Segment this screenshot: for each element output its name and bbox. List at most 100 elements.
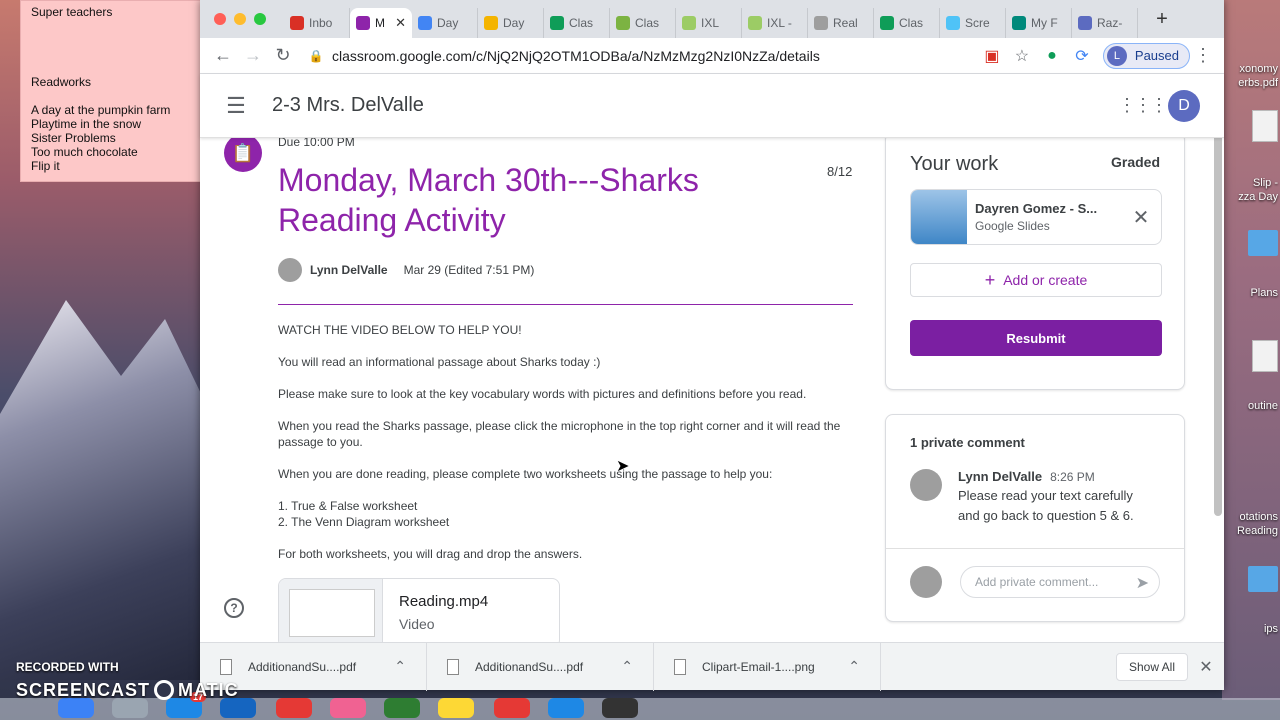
browser-tab[interactable]: IXL - bbox=[742, 8, 808, 38]
tab-label: My F bbox=[1031, 16, 1058, 30]
browser-tab[interactable]: Real bbox=[808, 8, 874, 38]
bookmark-star-icon[interactable]: ☆ bbox=[1007, 46, 1037, 66]
browser-tab[interactable]: Day bbox=[478, 8, 544, 38]
blocked-popup-icon[interactable]: ▣ bbox=[977, 46, 1007, 66]
instruction-paragraph: When you are done reading, please comple… bbox=[278, 467, 773, 481]
download-item[interactable]: Clipart-Email-1....png ⌃ bbox=[654, 642, 881, 691]
browser-tab[interactable]: Clas bbox=[610, 8, 676, 38]
hamburger-menu-icon[interactable]: ☰ bbox=[200, 93, 272, 119]
remove-file-icon[interactable]: ✕ bbox=[1121, 205, 1161, 230]
help-icon[interactable]: ? bbox=[224, 598, 244, 618]
grade-points: 8/12 bbox=[827, 164, 853, 179]
desktop-folder-icon[interactable] bbox=[1248, 566, 1278, 596]
browser-tab[interactable]: Scre bbox=[940, 8, 1006, 38]
graded-status: Graded bbox=[1110, 154, 1160, 170]
desktop-file-icon[interactable]: otations Reading bbox=[1237, 510, 1278, 538]
url-text[interactable]: classroom.google.com/c/NjQ2NjQ2OTM1ODBa/… bbox=[332, 48, 977, 64]
class-title[interactable]: 2-3 Mrs. DelValle bbox=[272, 94, 1118, 117]
sticky-note[interactable]: Super teachers Readworks A day at the pu… bbox=[20, 0, 202, 182]
macos-dock: 17 bbox=[0, 692, 1280, 720]
sticky-line bbox=[31, 61, 191, 75]
extension-grammarly-icon[interactable]: ● bbox=[1037, 47, 1067, 65]
desktop-file-icon[interactable]: Plans bbox=[1250, 286, 1278, 300]
tab-favicon-icon bbox=[1012, 16, 1026, 30]
sticky-line: Super teachers bbox=[31, 5, 113, 19]
private-comment-input[interactable]: Add private comment... ➤ bbox=[960, 566, 1160, 598]
private-comments-card: 1 private comment Lynn DelValle 8:26 PM P… bbox=[885, 414, 1185, 622]
chevron-up-icon[interactable]: ⌃ bbox=[848, 658, 860, 675]
chrome-dock-icon[interactable] bbox=[276, 698, 312, 718]
launchpad-dock-icon[interactable] bbox=[112, 698, 148, 718]
browser-tab[interactable]: Clas bbox=[544, 8, 610, 38]
close-window-button[interactable] bbox=[214, 13, 226, 25]
sticky-line: Too much chocolate bbox=[31, 145, 138, 159]
tabs: Inbo M ✕ Day Day Clas Clas IXL IXL - Real Clas Scre… bbox=[284, 0, 1138, 38]
app-store-dock-icon[interactable]: 17 bbox=[166, 692, 206, 718]
chevron-up-icon[interactable]: ⌃ bbox=[621, 658, 633, 675]
tab-label: IXL - bbox=[767, 16, 792, 30]
instruction-paragraph: 1. True & False worksheet 2. The Venn Di… bbox=[278, 499, 450, 529]
page-scrollbar[interactable] bbox=[1214, 96, 1222, 516]
browser-tab[interactable]: Clas bbox=[874, 8, 940, 38]
tab-label: Day bbox=[437, 16, 459, 30]
finder-dock-icon[interactable] bbox=[58, 698, 94, 718]
forward-button[interactable]: → bbox=[238, 45, 268, 66]
add-or-create-button[interactable]: + Add or create bbox=[910, 263, 1162, 297]
minimize-window-button[interactable] bbox=[234, 13, 246, 25]
apps-grid-icon[interactable]: ⋮⋮⋮ bbox=[1118, 95, 1168, 116]
desktop-file-icon[interactable]: outine bbox=[1248, 399, 1278, 413]
classroom-header: ☰ 2-3 Mrs. DelValle ⋮⋮⋮ D bbox=[200, 74, 1224, 138]
submitted-file[interactable]: Dayren Gomez - S... Google Slides ✕ bbox=[910, 189, 1162, 245]
omnibox[interactable]: 🔒 classroom.google.com/c/NjQ2NjQ2OTM1ODB… bbox=[306, 42, 1097, 70]
desktop-doc-icon[interactable] bbox=[1252, 340, 1278, 378]
desktop-file-icon[interactable]: Slip - zza Day bbox=[1238, 176, 1278, 204]
safari-dock-icon[interactable] bbox=[548, 698, 584, 718]
word-dock-icon[interactable] bbox=[220, 698, 256, 718]
browser-tab[interactable]: IXL bbox=[676, 8, 742, 38]
my-avatar bbox=[910, 566, 942, 598]
desktop-folder-icon[interactable] bbox=[1248, 230, 1278, 260]
instruction-paragraph: When you read the Sharks passage, please… bbox=[278, 419, 841, 449]
excel-dock-icon[interactable] bbox=[384, 698, 420, 718]
browser-tab[interactable]: Raz- bbox=[1072, 8, 1138, 38]
send-icon[interactable]: ➤ bbox=[1136, 573, 1149, 593]
download-item[interactable]: AdditionandSu....pdf ⌃ bbox=[427, 642, 654, 691]
desktop-file-icon[interactable]: ips bbox=[1264, 622, 1278, 636]
tab-favicon-icon bbox=[484, 16, 498, 30]
browser-tab[interactable]: Inbo bbox=[284, 8, 350, 38]
stickies-dock-icon[interactable] bbox=[438, 698, 474, 718]
chrome-menu-icon[interactable]: ⋮ bbox=[1190, 45, 1216, 66]
reload-button[interactable]: ↻ bbox=[268, 45, 298, 66]
mouse-cursor: ➤ bbox=[616, 458, 630, 475]
desktop-file-icon[interactable]: xonomy erbs.pdf bbox=[1238, 62, 1278, 90]
app-dock-icon[interactable] bbox=[494, 698, 530, 718]
your-work-heading: Your work bbox=[910, 153, 999, 175]
close-tab-icon[interactable]: ✕ bbox=[395, 15, 406, 31]
sticky-line: A day at the pumpkin farm bbox=[31, 103, 171, 117]
account-avatar[interactable]: D bbox=[1168, 89, 1200, 122]
resubmit-button[interactable]: Resubmit bbox=[910, 320, 1162, 356]
browser-tab[interactable]: My F bbox=[1006, 8, 1072, 38]
photos-dock-icon[interactable] bbox=[330, 698, 366, 718]
profile-paused-button[interactable]: L Paused bbox=[1102, 42, 1190, 69]
title-divider bbox=[278, 304, 853, 305]
tab-favicon-icon bbox=[880, 16, 894, 30]
assignment-page: 📋 Due 10:00 PM Monday, March 30th---Shar… bbox=[200, 138, 1224, 642]
zoom-window-button[interactable] bbox=[254, 13, 266, 25]
browser-tab[interactable]: Day bbox=[412, 8, 478, 38]
extension-sync-icon[interactable]: ⟳ bbox=[1067, 46, 1097, 66]
tab-label: Scre bbox=[965, 16, 990, 30]
tab-label: Clas bbox=[635, 16, 660, 30]
screenshot-dock-icon[interactable] bbox=[602, 698, 638, 718]
back-button[interactable]: ← bbox=[208, 45, 238, 66]
new-tab-button[interactable]: + bbox=[1150, 8, 1174, 31]
chevron-up-icon[interactable]: ⌃ bbox=[394, 658, 406, 675]
browser-tab[interactable]: M ✕ bbox=[350, 8, 412, 38]
sticky-line bbox=[31, 33, 191, 47]
close-downloads-icon[interactable]: ✕ bbox=[1188, 657, 1224, 677]
author-avatar bbox=[278, 258, 302, 282]
show-all-downloads-button[interactable]: Show All bbox=[1115, 652, 1188, 681]
desktop-doc-icon[interactable] bbox=[1252, 110, 1278, 148]
comment-item: Lynn DelValle 8:26 PM Please read your te… bbox=[910, 469, 1158, 526]
video-attachment[interactable]: Reading.mp4 Video bbox=[278, 578, 560, 642]
